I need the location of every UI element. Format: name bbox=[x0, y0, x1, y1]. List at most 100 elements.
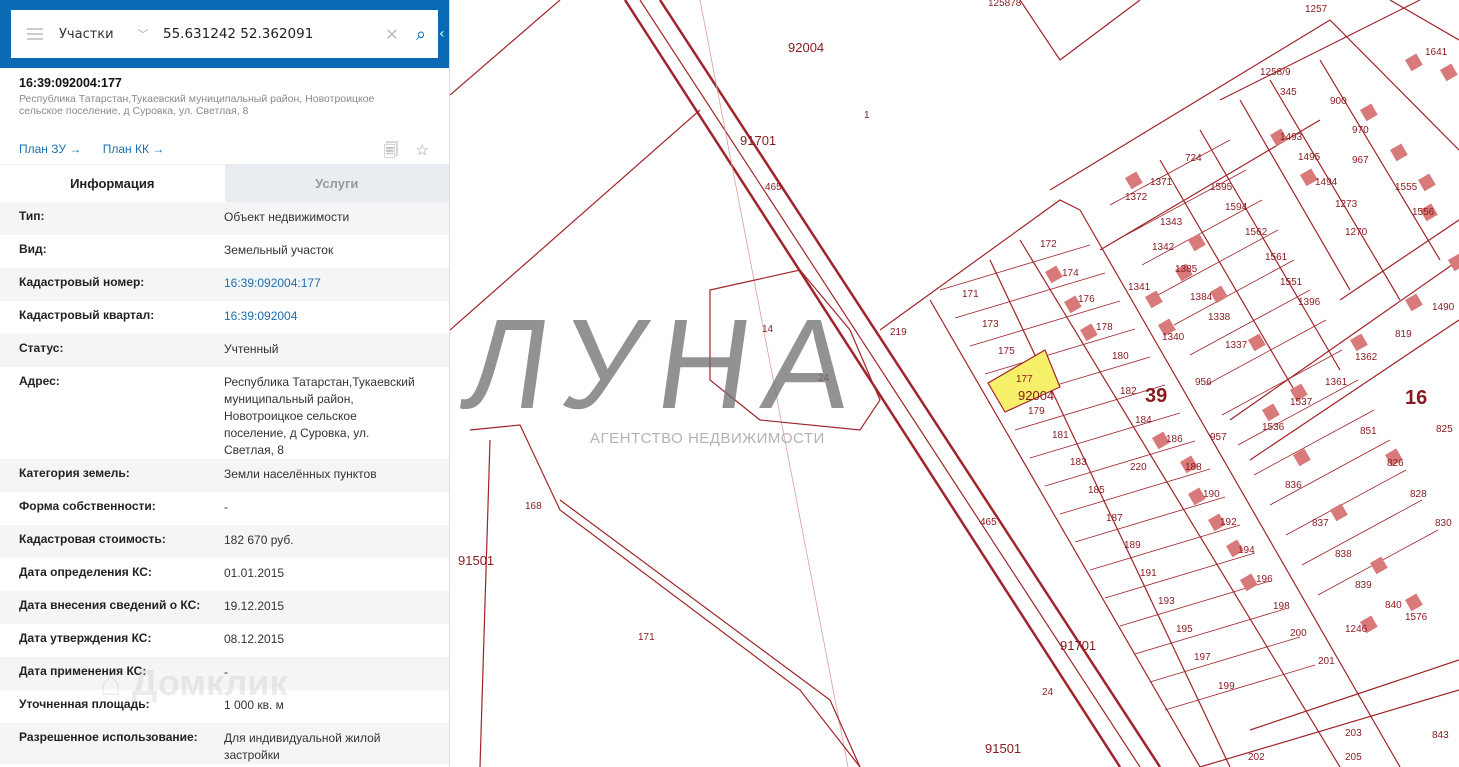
map-label: 191 bbox=[1140, 568, 1157, 579]
info-value[interactable]: 16:39:092004 bbox=[224, 308, 430, 334]
building bbox=[1405, 593, 1423, 612]
parcel-line bbox=[1164, 664, 1316, 711]
map-label: 1361 bbox=[1325, 377, 1348, 388]
map-label: 1595 bbox=[1210, 182, 1233, 193]
map-label: 826 bbox=[1387, 458, 1404, 469]
map-label: 967 bbox=[1352, 155, 1369, 166]
building bbox=[1293, 448, 1311, 467]
map-label: 465 bbox=[765, 182, 782, 193]
map-label: 184 bbox=[1135, 415, 1152, 426]
parcel-line bbox=[1253, 409, 1375, 476]
info-row: Кадастровая стоимость: 182 670 руб. bbox=[0, 525, 449, 558]
plan-zu-link[interactable]: План ЗУ → bbox=[19, 142, 81, 156]
chevron-down-icon[interactable]: ﹀ bbox=[123, 26, 163, 42]
tab-services[interactable]: Услуги bbox=[224, 164, 449, 202]
parcel-line bbox=[1089, 524, 1241, 571]
map-label: 1273 bbox=[1335, 199, 1358, 210]
map-label: 1494 bbox=[1315, 177, 1338, 188]
map-labels: 92004 91701 465 1 14 24 219 171 173 175 177 92004 17… bbox=[458, 0, 1455, 763]
map-label: 175 bbox=[998, 346, 1015, 357]
map-label: 828 bbox=[1410, 489, 1427, 500]
info-label: Форма собственности: bbox=[19, 499, 156, 513]
building bbox=[1188, 233, 1206, 252]
map-label: 91701 bbox=[1060, 638, 1096, 653]
map-label: 1537 bbox=[1290, 397, 1313, 408]
map-label: 1258/9 bbox=[1260, 67, 1291, 78]
layer-select[interactable]: Участки bbox=[59, 27, 123, 42]
map-label: 91501 bbox=[985, 741, 1021, 756]
map-label: 190 bbox=[1203, 489, 1220, 500]
info-value: Республика Татарстан,Тукаевский муниципа… bbox=[224, 375, 415, 457]
info-row: Вид: Земельный участок bbox=[0, 235, 449, 268]
parcel-line bbox=[1157, 229, 1279, 296]
info-row: Статус: Учтенный bbox=[0, 334, 449, 367]
object-title: 16:39:092004:177 bbox=[19, 76, 122, 90]
info-row: Кадастровый квартал: 16:39:092004 bbox=[0, 301, 449, 334]
map-label: 1371 bbox=[1150, 177, 1173, 188]
map-label: 182 bbox=[1120, 386, 1137, 397]
map-label: 92004 bbox=[788, 40, 824, 55]
map-label: 1257 bbox=[1305, 4, 1328, 15]
parcel-line bbox=[1059, 468, 1211, 515]
search-input[interactable]: 55.631242 52.362091 bbox=[163, 26, 380, 42]
map-label: 1536 bbox=[1262, 422, 1285, 433]
map-label: 220 bbox=[1130, 462, 1147, 473]
building bbox=[1210, 285, 1228, 304]
map-label: 1372 bbox=[1125, 192, 1148, 203]
map-label: 171 bbox=[962, 289, 979, 300]
building bbox=[1405, 53, 1423, 72]
side-panel: Участки ﹀ 55.631242 52.362091 ✕ ⌕ ‹ 16:3… bbox=[0, 0, 450, 767]
info-value: Земли населённых пунктов bbox=[224, 467, 377, 481]
map-label: 957 bbox=[1210, 432, 1227, 443]
building bbox=[1145, 290, 1163, 309]
map-label: 197 bbox=[1194, 652, 1211, 663]
info-row: Адрес: Республика Татарстан,Тукаевский му… bbox=[0, 367, 449, 459]
info-label: Дата применения КС: bbox=[19, 664, 147, 678]
info-label: Категория земель: bbox=[19, 466, 130, 480]
map-label: 956 bbox=[1195, 377, 1212, 388]
map-label: 177 bbox=[1016, 374, 1033, 385]
collapse-panel-icon[interactable]: ‹ bbox=[439, 26, 449, 42]
info-value: - bbox=[224, 500, 228, 514]
map-label: 1562 bbox=[1245, 227, 1268, 238]
map-label: 193 bbox=[1158, 596, 1175, 607]
map-label: 1384 bbox=[1190, 292, 1213, 303]
building bbox=[1448, 253, 1459, 272]
map-label: 830 bbox=[1435, 518, 1452, 529]
menu-icon[interactable] bbox=[11, 28, 59, 40]
map-label: 194 bbox=[1238, 545, 1255, 556]
map-label: 1551 bbox=[1280, 277, 1303, 288]
map-label: 1493 bbox=[1280, 132, 1303, 143]
search-document-icon[interactable]: 🗐 bbox=[384, 141, 399, 159]
info-label: Дата внесения сведений о КС: bbox=[19, 598, 201, 612]
map-label: 92004 bbox=[1018, 388, 1054, 403]
map-label: 1561 bbox=[1265, 252, 1288, 263]
info-label: Тип: bbox=[19, 209, 45, 223]
tab-info[interactable]: Информация bbox=[0, 164, 225, 202]
plan-kk-link[interactable]: План КК → bbox=[103, 142, 165, 156]
info-label: Уточненная площадь: bbox=[19, 697, 150, 711]
info-label: Кадастровый номер: bbox=[19, 275, 145, 289]
map-label: 1343 bbox=[1160, 217, 1183, 228]
map-label: 825 bbox=[1436, 424, 1453, 435]
map-label: 1385 bbox=[1175, 264, 1198, 275]
map-label: 1594 bbox=[1225, 202, 1248, 213]
map-label: 24 bbox=[1042, 687, 1054, 698]
map-label: 1 bbox=[864, 110, 870, 121]
map-label: 838 bbox=[1335, 549, 1352, 560]
clear-icon[interactable]: ✕ bbox=[380, 25, 404, 44]
map-label: 819 bbox=[1395, 329, 1412, 340]
building bbox=[1330, 503, 1348, 522]
map-label: 168 bbox=[525, 501, 542, 512]
info-value: 01.01.2015 bbox=[224, 566, 285, 580]
map-label: 91701 bbox=[740, 133, 776, 148]
search-box: Участки ﹀ 55.631242 52.362091 ✕ ⌕ bbox=[11, 10, 438, 58]
info-value[interactable]: 16:39:092004:177 bbox=[224, 275, 430, 301]
info-label: Кадастровая стоимость: bbox=[19, 532, 166, 546]
star-icon[interactable]: ☆ bbox=[416, 141, 429, 159]
cadastral-map[interactable]: 92004 91701 465 1 14 24 219 171 173 175 177 92004 17… bbox=[450, 0, 1459, 767]
search-icon[interactable]: ⌕ bbox=[404, 24, 438, 45]
info-label: Адрес: bbox=[19, 374, 60, 388]
map-label: 196 bbox=[1256, 574, 1273, 585]
building bbox=[1370, 556, 1388, 575]
